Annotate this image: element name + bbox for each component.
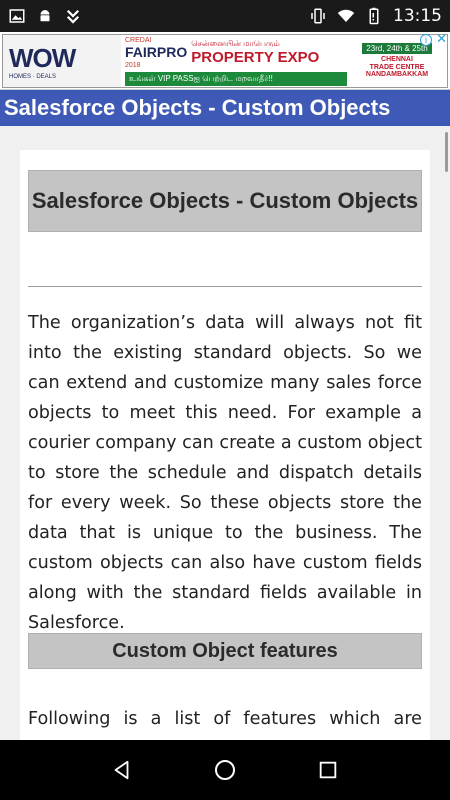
recents-icon	[320, 761, 337, 779]
home-icon	[214, 760, 235, 780]
android-icon	[40, 10, 50, 22]
status-time: 13:15	[393, 6, 442, 26]
download-check-icon	[66, 9, 80, 24]
article-heading-box: Salesforce Objects - Custom Objects	[28, 170, 422, 232]
back-icon	[114, 760, 129, 780]
ad-year: 2018	[125, 61, 141, 69]
section-heading-box: Custom Object features	[28, 633, 422, 669]
ad-right: 23rd, 24th & 25th CHENNAI TRADE CENTRE N…	[347, 35, 447, 87]
wifi-icon	[337, 9, 355, 22]
title-bar: Salesforce Objects - Custom Objects	[0, 90, 450, 126]
status-bar: 13:15	[0, 0, 450, 32]
ad-info-icon[interactable]: i	[420, 34, 432, 46]
ad-tamil-line: சென்னையின் மாபெரும்	[191, 38, 280, 48]
article-paragraph: The organization’s data will always not …	[28, 313, 422, 633]
divider	[28, 286, 422, 287]
page-title: Salesforce Objects - Custom Objects	[4, 95, 391, 120]
ad-close-icon[interactable]: ✕	[436, 32, 447, 46]
ad-credai: CREDAI	[125, 36, 152, 44]
ad-expo: PROPERTY EXPO	[191, 48, 320, 66]
article-scroll-area[interactable]: Salesforce Objects - Custom Objects The …	[0, 126, 450, 740]
recents-button[interactable]	[308, 750, 348, 790]
image-icon	[9, 9, 25, 23]
article-paragraph-2: Following is a list of features which ar…	[28, 709, 422, 729]
nav-bar	[0, 740, 450, 800]
back-button[interactable]	[102, 750, 142, 790]
battery-icon	[369, 7, 379, 25]
home-button[interactable]	[205, 750, 245, 790]
ad-creative[interactable]: WOW HOMES · DEALS CREDAI FAIRPRO 2018 செ…	[2, 34, 448, 88]
ad-vip: உங்கள் VIP PASSஐ பெற்றிட மறவாதீர்!!	[125, 71, 347, 86]
ad-center: CREDAI FAIRPRO 2018 சென்னையின் மாபெரும் …	[121, 35, 347, 87]
vibrate-icon	[311, 8, 325, 24]
scrollbar[interactable]	[445, 132, 448, 172]
ad-logo: WOW HOMES · DEALS	[3, 35, 121, 87]
ad-fairpro: FAIRPRO	[125, 43, 188, 60]
ad-banner[interactable]: WOW HOMES · DEALS CREDAI FAIRPRO 2018 செ…	[0, 32, 450, 90]
ad-venue: CHENNAI TRADE CENTRE NANDAMBAKKAM	[365, 55, 429, 79]
article-heading: Salesforce Objects - Custom Objects	[31, 188, 419, 214]
section-heading: Custom Object features	[112, 639, 338, 662]
article-card: Salesforce Objects - Custom Objects The …	[20, 150, 430, 740]
